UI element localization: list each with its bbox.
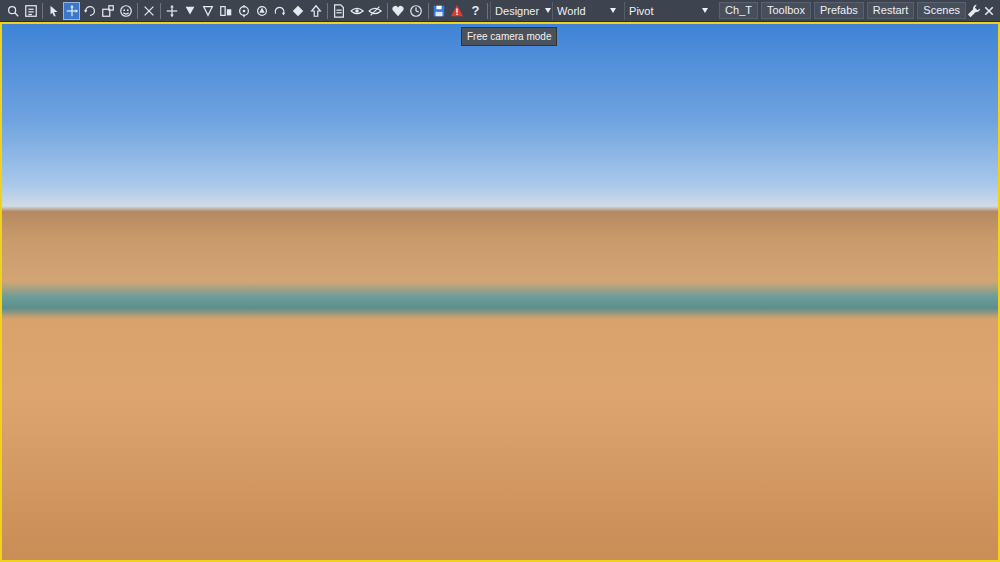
tool-button[interactable] <box>45 2 62 20</box>
close-icon <box>983 5 995 17</box>
rotate-icon <box>83 4 97 18</box>
move-icon <box>65 4 79 18</box>
tool-button[interactable] <box>271 2 288 20</box>
tool-button[interactable] <box>367 2 384 20</box>
editor-window: ? DesignerWorldPivot Ch_TToolboxPrefabsRes… <box>0 0 1000 562</box>
tool-button[interactable] <box>331 2 348 20</box>
wrench-icon <box>967 4 981 18</box>
tool-button[interactable] <box>4 2 21 20</box>
search-icon <box>6 4 20 18</box>
separator <box>487 3 488 19</box>
eye-icon <box>350 4 364 18</box>
tool-button[interactable] <box>81 2 98 20</box>
tool-group <box>331 2 384 20</box>
delete-icon <box>142 4 156 18</box>
scene-viewport[interactable] <box>0 22 1000 562</box>
tool-button[interactable] <box>431 2 448 20</box>
toolbar-button[interactable]: Prefabs <box>814 2 864 19</box>
tool-button[interactable] <box>63 2 80 20</box>
tool-group: ? <box>431 2 484 20</box>
diamond-icon <box>291 4 305 18</box>
tool-button[interactable] <box>117 2 134 20</box>
dropdown[interactable]: Designer <box>490 2 548 20</box>
align-icon <box>219 4 233 18</box>
separator <box>387 3 388 19</box>
axis-icon <box>165 4 179 18</box>
tool-button[interactable] <box>22 2 39 20</box>
arrow-up-icon <box>309 4 323 18</box>
tool-group <box>140 2 157 20</box>
toolbar-button[interactable]: Restart <box>867 2 914 19</box>
document-icon <box>332 4 346 18</box>
tool-button[interactable] <box>199 2 216 20</box>
tool-button[interactable] <box>408 2 425 20</box>
toolbar: ? DesignerWorldPivot Ch_TToolboxPrefabsRes… <box>0 0 1000 22</box>
tool-button[interactable] <box>349 2 366 20</box>
tool-button[interactable] <box>235 2 252 20</box>
tool-button[interactable] <box>253 2 270 20</box>
tooltip: Free camera mode <box>461 27 557 46</box>
menu-icon <box>24 4 38 18</box>
dropdown[interactable]: Pivot <box>624 2 712 20</box>
scene-render <box>2 24 998 560</box>
tool-button[interactable] <box>217 2 234 20</box>
center-icon <box>237 4 251 18</box>
settings-button[interactable] <box>966 2 982 20</box>
clock-icon <box>409 4 423 18</box>
tool-button[interactable]: ? <box>467 2 484 20</box>
tool-button[interactable] <box>289 2 306 20</box>
tool-group <box>163 2 324 20</box>
face-icon <box>119 4 133 18</box>
pivot-icon <box>255 4 269 18</box>
tool-button[interactable] <box>307 2 324 20</box>
separator <box>137 3 138 19</box>
tool-button[interactable] <box>390 2 407 20</box>
close-button[interactable] <box>982 2 996 20</box>
drop-icon <box>183 4 197 18</box>
warning-icon <box>450 4 464 18</box>
toolbar-button[interactable]: Ch_T <box>719 2 758 19</box>
tool-button[interactable] <box>163 2 180 20</box>
toolbar-button[interactable]: Scenes <box>917 2 966 19</box>
tool-button[interactable] <box>449 2 466 20</box>
eye-closed-icon <box>368 4 382 18</box>
separator <box>428 3 429 19</box>
caret-icon <box>610 8 616 13</box>
dropdown[interactable]: World <box>552 2 620 20</box>
toolbar-button[interactable]: Toolbox <box>761 2 811 19</box>
help-icon: ? <box>471 3 479 19</box>
separator <box>42 3 43 19</box>
tool-group <box>4 2 39 20</box>
heart-icon <box>391 4 405 18</box>
rotate-snap-icon <box>273 4 287 18</box>
scale-icon <box>101 4 115 18</box>
tool-button[interactable] <box>181 2 198 20</box>
caret-icon <box>545 8 551 13</box>
tool-button[interactable] <box>99 2 116 20</box>
separator <box>327 3 328 19</box>
save-icon <box>432 4 446 18</box>
tool-group <box>45 2 134 20</box>
caret-icon <box>702 8 708 13</box>
tool-button[interactable] <box>140 2 157 20</box>
tool-group <box>390 2 425 20</box>
select-icon <box>47 4 61 18</box>
down-icon <box>201 4 215 18</box>
separator <box>160 3 161 19</box>
